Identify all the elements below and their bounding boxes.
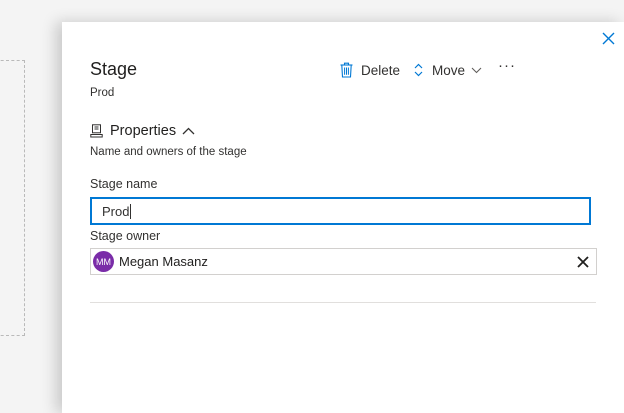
move-label: Move: [432, 62, 466, 78]
properties-description: Name and owners of the stage: [90, 146, 247, 158]
trash-icon: [340, 62, 353, 78]
stage-name-input[interactable]: Prod: [90, 197, 591, 225]
panel-title: Stage: [90, 59, 138, 79]
avatar: MM: [93, 251, 114, 272]
close-button[interactable]: [600, 30, 616, 46]
stage-name-value: Prod: [102, 203, 130, 219]
command-bar: Delete Move ···: [340, 58, 516, 80]
background-stage-card[interactable]: [0, 60, 25, 336]
chevron-down-icon: [471, 67, 482, 73]
properties-section-toggle[interactable]: Properties: [90, 123, 195, 139]
background-header: [0, 0, 624, 22]
stage-details-panel: Stage Prod Delete Move ··· Properties Na…: [62, 22, 624, 413]
panel-subtitle: Prod: [90, 87, 115, 99]
remove-x-icon: [576, 255, 589, 268]
properties-heading: Properties: [110, 123, 177, 139]
delete-button[interactable]: Delete: [340, 62, 400, 78]
chevron-up-icon: [182, 127, 195, 135]
remove-owner-button[interactable]: [576, 255, 589, 268]
stage-name-label: Stage name: [90, 177, 158, 191]
close-icon: [602, 32, 614, 44]
move-button[interactable]: Move: [414, 63, 482, 78]
more-options-button[interactable]: ···: [498, 58, 516, 73]
text-caret: [130, 203, 132, 219]
owner-name: Megan Masanz: [119, 254, 208, 269]
move-icon: [414, 63, 423, 77]
stage-owner-picker[interactable]: MM Megan Masanz: [90, 248, 597, 275]
section-divider: [90, 302, 596, 303]
delete-label: Delete: [361, 62, 401, 78]
properties-icon: [90, 124, 103, 138]
stage-owner-label: Stage owner: [90, 229, 161, 243]
